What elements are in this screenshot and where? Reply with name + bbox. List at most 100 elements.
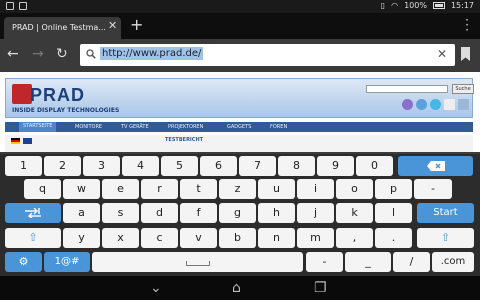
- tab-icon: [25, 207, 41, 219]
- key-6[interactable]: 6: [200, 156, 237, 176]
- site-nav-item[interactable]: MONITORE: [75, 124, 102, 130]
- key-2[interactable]: 2: [44, 156, 81, 176]
- key-s[interactable]: s: [102, 203, 139, 223]
- key-y[interactable]: y: [63, 228, 100, 248]
- key-comma[interactable]: ,: [336, 228, 373, 248]
- system-nav-bar: ⌄ ⌂ ❐: [0, 276, 480, 300]
- key-w[interactable]: w: [63, 179, 100, 199]
- recent-apps-icon[interactable]: ❐: [314, 280, 327, 296]
- key-slash[interactable]: /: [393, 252, 430, 272]
- start-key[interactable]: Start: [417, 203, 474, 223]
- key-v[interactable]: v: [180, 228, 217, 248]
- mail-icon[interactable]: [444, 99, 455, 110]
- key-t[interactable]: t: [180, 179, 217, 199]
- key-k[interactable]: k: [336, 203, 373, 223]
- site-nav-item[interactable]: FOREN: [270, 124, 287, 130]
- forward-arrow-icon[interactable]: →: [32, 46, 44, 62]
- key-i[interactable]: i: [297, 179, 334, 199]
- clock: 15:17: [450, 1, 474, 10]
- site-nav-item[interactable]: PROJEKTOREN: [168, 124, 203, 130]
- key-d[interactable]: d: [141, 203, 178, 223]
- key-q[interactable]: q: [24, 179, 61, 199]
- key-o[interactable]: o: [336, 179, 373, 199]
- key-g[interactable]: g: [219, 203, 256, 223]
- symbols-key[interactable]: 1@#: [44, 252, 90, 272]
- key-7[interactable]: 7: [239, 156, 276, 176]
- key-dash[interactable]: -: [414, 179, 452, 199]
- key-m[interactable]: m: [297, 228, 334, 248]
- key-e[interactable]: e: [102, 179, 139, 199]
- site-search-input[interactable]: [366, 85, 448, 93]
- key-b[interactable]: b: [219, 228, 256, 248]
- site-search-button[interactable]: Suche: [452, 84, 474, 94]
- hide-keyboard-icon[interactable]: ⌄: [150, 280, 162, 296]
- home-icon[interactable]: ⌂: [232, 280, 241, 296]
- key-c[interactable]: c: [141, 228, 178, 248]
- close-icon[interactable]: ✕: [437, 47, 447, 61]
- tab-title: PRAD | Online Testma...: [12, 23, 106, 32]
- keyboard-divider: [0, 152, 480, 154]
- key-x[interactable]: x: [102, 228, 139, 248]
- key-3[interactable]: 3: [83, 156, 120, 176]
- german-flag-icon[interactable]: [11, 138, 20, 144]
- uk-flag-icon[interactable]: [23, 138, 32, 144]
- key-a[interactable]: a: [63, 203, 100, 223]
- battery-icon: [432, 2, 445, 9]
- backspace-icon: [426, 161, 445, 171]
- backspace-key[interactable]: [398, 156, 473, 176]
- section-label[interactable]: TESTBERICHT: [165, 137, 203, 143]
- dotcom-key[interactable]: .com: [432, 252, 474, 272]
- key-j[interactable]: j: [297, 203, 334, 223]
- key-1[interactable]: 1: [5, 156, 42, 176]
- overflow-menu-icon[interactable]: · · ·: [464, 14, 470, 36]
- tab-strip: PRAD | Online Testma... ✕ + · · ·: [0, 13, 480, 39]
- key-r[interactable]: r: [141, 179, 178, 199]
- vibrate-icon: ▯: [380, 1, 386, 10]
- print-icon[interactable]: [458, 99, 469, 110]
- browser-tab[interactable]: PRAD | Online Testma... ✕: [4, 17, 121, 39]
- site-nav-item[interactable]: STARTSEITE: [19, 122, 57, 132]
- key-p[interactable]: p: [375, 179, 412, 199]
- key-5[interactable]: 5: [161, 156, 198, 176]
- tab-close-icon[interactable]: ✕: [108, 19, 117, 32]
- bookmark-icon[interactable]: [461, 47, 470, 61]
- key-4[interactable]: 4: [122, 156, 159, 176]
- social-icons: [402, 99, 469, 110]
- key-h[interactable]: h: [258, 203, 295, 223]
- key-period[interactable]: .: [375, 228, 412, 248]
- site-nav: STARTSEITE MONITORE TV GERÄTE PROJEKTORE…: [5, 122, 473, 132]
- key-z[interactable]: z: [219, 179, 256, 199]
- key-l[interactable]: l: [375, 203, 412, 223]
- key-u[interactable]: u: [258, 179, 295, 199]
- key-underscore[interactable]: _: [345, 252, 391, 272]
- space-key[interactable]: [92, 252, 303, 272]
- back-arrow-icon[interactable]: ←: [7, 46, 19, 62]
- key-8[interactable]: 8: [278, 156, 315, 176]
- social-icon-2[interactable]: [416, 99, 427, 110]
- url-text[interactable]: http://www.prad.de/: [100, 47, 204, 60]
- key-n[interactable]: n: [258, 228, 295, 248]
- key-f[interactable]: f: [180, 203, 217, 223]
- status-bar: ▯ ◠ 100% 15:17: [0, 0, 480, 13]
- chat-icon[interactable]: [430, 99, 441, 110]
- key-0[interactable]: 0: [356, 156, 393, 176]
- reload-icon[interactable]: ↻: [56, 46, 68, 62]
- site-nav-item[interactable]: GADGETS: [227, 124, 251, 130]
- battery-percent: 100%: [404, 1, 427, 10]
- key-hyphen[interactable]: -: [306, 252, 343, 272]
- tab-key[interactable]: [5, 203, 61, 223]
- key-9[interactable]: 9: [317, 156, 354, 176]
- site-header: PRAD INSIDE DISPLAY TECHNOLOGIES Suche: [5, 78, 474, 118]
- gear-icon: ⚙: [18, 255, 29, 268]
- settings-key[interactable]: ⚙: [5, 252, 42, 272]
- site-content-row: TESTBERICHT: [5, 135, 473, 152]
- social-icon-1[interactable]: [402, 99, 413, 110]
- shift-key-right[interactable]: ⇧: [417, 228, 474, 248]
- site-logo-mark: [12, 84, 32, 104]
- site-logo[interactable]: PRAD: [30, 85, 85, 106]
- shift-key-left[interactable]: ⇧: [5, 228, 61, 248]
- wifi-icon: ◠: [391, 1, 399, 10]
- url-bar[interactable]: http://www.prad.de/ ✕: [80, 44, 455, 66]
- new-tab-icon[interactable]: +: [130, 15, 143, 34]
- site-nav-item[interactable]: TV GERÄTE: [121, 124, 149, 130]
